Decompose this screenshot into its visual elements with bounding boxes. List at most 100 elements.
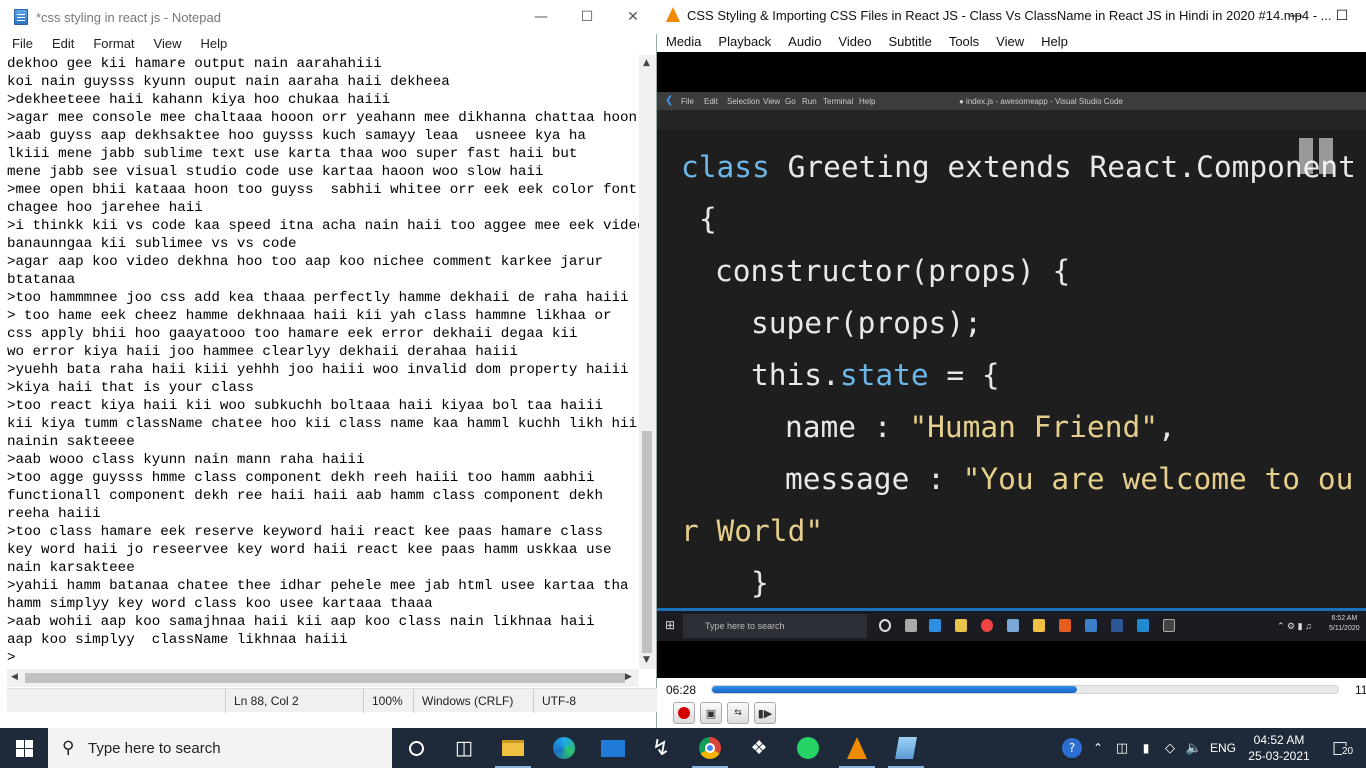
- seek-progress: [712, 686, 1077, 693]
- text-line: >: [7, 650, 16, 666]
- vertical-scroll-thumb[interactable]: [642, 431, 652, 653]
- battery-button[interactable]: ▮: [1134, 728, 1158, 768]
- task-view-button[interactable]: ◫: [440, 728, 488, 768]
- vlc-taskbar-button[interactable]: [833, 728, 881, 768]
- vlc-menu-help[interactable]: Help: [1032, 32, 1076, 52]
- windows-logo-icon: [15, 739, 33, 757]
- vlc-menu-video[interactable]: Video: [829, 32, 879, 52]
- search-placeholder: Type here to search: [88, 740, 221, 757]
- seek-slider[interactable]: [711, 685, 1339, 694]
- clock[interactable]: 04:52 AM 25-03-2021: [1244, 732, 1314, 764]
- vertical-scrollbar[interactable]: ▲ ▼: [639, 55, 656, 669]
- scroll-up-icon[interactable]: ▲: [643, 58, 650, 68]
- text-line: >too agge guysss hmme class component de…: [7, 470, 595, 486]
- code-comma: ,: [1157, 410, 1176, 444]
- notifications-button[interactable]: □ 20: [1322, 728, 1358, 768]
- clock-time: 04:52 AM: [1253, 733, 1305, 747]
- vscode-logo-icon: ❮: [665, 95, 674, 106]
- video-taskbar: ⊞ Type here to search ⌃ ⚙ ▮ ♫ 6:52 AM 5/1…: [657, 611, 1366, 641]
- vlc-window: CSS Styling & Importing CSS Files in Rea…: [657, 0, 1366, 728]
- text-line: reeha haiii: [7, 506, 101, 522]
- menu-format[interactable]: Format: [81, 34, 141, 54]
- code-line-3: constructor(props) {: [715, 254, 1071, 288]
- cortana-icon: [408, 740, 424, 756]
- snapshot-button[interactable]: ▣: [700, 702, 722, 724]
- text-line: banaunngaa kii sublimee vs vs code: [7, 236, 297, 252]
- vlc-minimize-button[interactable]: —: [1273, 0, 1319, 32]
- text-line: hamm simplyy key word class koo usee kar…: [7, 596, 433, 612]
- menu-file[interactable]: File: [0, 34, 40, 54]
- horizontal-scrollbar[interactable]: ◀ ▶: [7, 669, 639, 687]
- notepad-menubar: File Edit Format View Help: [0, 34, 657, 54]
- vscode-titlebar: ❮ File Edit Selection View Go Run Termin…: [657, 92, 1366, 110]
- camera-icon: ▣: [705, 706, 717, 720]
- help-button[interactable]: ?: [1060, 728, 1084, 768]
- mail-icon: [601, 739, 625, 757]
- text-line: >kiya haii that is your class: [7, 380, 254, 396]
- notepad-text-area[interactable]: dekhoo gee kii hamare output nain aaraha…: [7, 55, 639, 669]
- volume-button[interactable]: 🔈: [1182, 728, 1206, 768]
- horizontal-scroll-thumb[interactable]: [25, 673, 625, 683]
- vlc-maximize-button[interactable]: ☐: [1319, 0, 1365, 32]
- text-line: >aab wooo class kyunn nain mann raha hai…: [7, 452, 365, 468]
- start-button[interactable]: [0, 728, 48, 768]
- notepad-window: *css styling in react js - Notepad — ☐ ✕…: [0, 0, 657, 728]
- vlc-menu-audio[interactable]: Audio: [779, 32, 829, 52]
- taskbar-search-box[interactable]: ⚲ Type here to search: [48, 728, 392, 768]
- whatsapp-button[interactable]: [784, 728, 832, 768]
- minimize-button[interactable]: —: [518, 0, 564, 34]
- status-zoom: 100%: [363, 689, 413, 713]
- language-button[interactable]: ENG: [1206, 728, 1240, 768]
- vlc-menu-media[interactable]: Media: [657, 32, 709, 52]
- vlc-seekbar-row: 06:28 11: [657, 678, 1366, 700]
- chrome-button[interactable]: [686, 728, 734, 768]
- code-line-8: r World": [681, 514, 824, 548]
- clock-date: 25-03-2021: [1248, 749, 1310, 763]
- menu-view[interactable]: View: [142, 34, 189, 54]
- vlc-menu-view[interactable]: View: [987, 32, 1032, 52]
- video-word-icon: [1111, 619, 1123, 632]
- dropbox-button[interactable]: ❖: [735, 728, 783, 768]
- text-line: koi nain guysss kyunn ouput nain aaraha …: [7, 74, 450, 90]
- maximize-button[interactable]: ☐: [564, 0, 610, 34]
- text-line: >aab wohii aap koo samajhnaa haii kii aa…: [7, 614, 595, 630]
- notepad-titlebar[interactable]: *css styling in react js - Notepad — ☐ ✕: [0, 0, 657, 34]
- vlc-menu-tools[interactable]: Tools: [940, 32, 987, 52]
- scroll-left-icon[interactable]: ◀: [11, 672, 18, 682]
- menu-help[interactable]: Help: [188, 34, 234, 54]
- notepad-taskbar-icon: [895, 737, 917, 759]
- menu-edit[interactable]: Edit: [40, 34, 81, 54]
- total-time[interactable]: 11: [1355, 683, 1366, 697]
- close-button[interactable]: ✕: [610, 0, 656, 34]
- wifi-icon: ◇: [1165, 740, 1175, 756]
- vscode-tabs: [657, 110, 1366, 130]
- scroll-right-icon[interactable]: ▶: [625, 672, 632, 682]
- notification-icon: □ 20: [1331, 738, 1354, 758]
- vlc-menu-playback[interactable]: Playback: [709, 32, 779, 52]
- vscode-menu-view: View: [763, 97, 781, 106]
- vscode-editor: class Greeting extends React.Component {…: [657, 130, 1366, 608]
- cortana-button[interactable]: [392, 728, 440, 768]
- file-explorer-button[interactable]: [489, 728, 537, 768]
- vscode-menu-edit: Edit: [704, 97, 718, 106]
- scroll-down-icon[interactable]: ▼: [643, 655, 650, 665]
- app-button[interactable]: ↯: [637, 728, 685, 768]
- record-button[interactable]: [673, 702, 695, 724]
- show-hidden-icons-button[interactable]: ⌃: [1086, 728, 1110, 768]
- network-button[interactable]: ◫: [1110, 728, 1134, 768]
- video-frame[interactable]: ❮ File Edit Selection View Go Run Termin…: [657, 52, 1366, 678]
- text-line: css apply bhii hoo gaayatooo too hamare …: [7, 326, 578, 342]
- loop-ab-button[interactable]: ⇆: [727, 702, 749, 724]
- text-line: >dekheeteee haii kahann kiya hoo chukaa …: [7, 92, 391, 108]
- notepad-statusbar: Ln 88, Col 2 100% Windows (CRLF) UTF-8: [7, 688, 657, 713]
- mail-button[interactable]: [589, 728, 637, 768]
- text-line: >agar mee console mee chaltaaa hooon orr…: [7, 110, 638, 126]
- vlc-titlebar[interactable]: CSS Styling & Importing CSS Files in Rea…: [657, 0, 1366, 32]
- wifi-button[interactable]: ◇: [1158, 728, 1182, 768]
- edge-button[interactable]: [540, 728, 588, 768]
- vlc-menu-subtitle[interactable]: Subtitle: [879, 32, 939, 52]
- text-line: kii kiya tumm className chatee hoo kii c…: [7, 416, 638, 432]
- frame-step-button[interactable]: ▮▶: [754, 702, 776, 724]
- notepad-taskbar-button[interactable]: [882, 728, 930, 768]
- code-line-6: name : "Human Friend",: [785, 410, 1176, 444]
